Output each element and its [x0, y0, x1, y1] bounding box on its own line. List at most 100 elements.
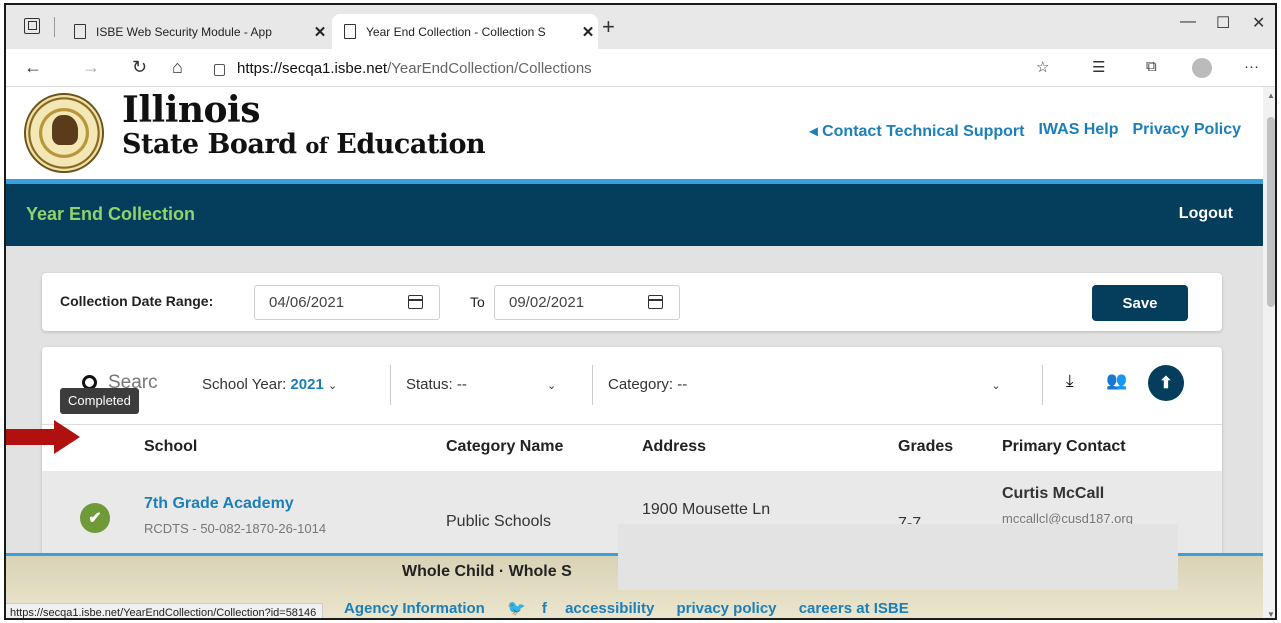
collections-icon[interactable]: ⧉ [1146, 58, 1157, 75]
app-title-bar: Year End Collection Logout [6, 184, 1263, 246]
calendar-icon[interactable] [648, 295, 663, 309]
privacy-policy-link[interactable]: Privacy Policy [1132, 121, 1241, 141]
refresh-icon[interactable]: ↻ [132, 57, 147, 78]
url-path: /YearEndCollection/Collections [387, 59, 592, 77]
completed-check-icon[interactable]: ✔ [80, 503, 110, 533]
state-seal-logo[interactable] [24, 93, 104, 173]
logout-link[interactable]: Logout [1179, 205, 1233, 223]
annotation-arrow-icon [6, 420, 80, 454]
upload-icon[interactable]: ⬆ [1148, 365, 1184, 401]
profile-avatar-icon[interactable] [1192, 58, 1212, 78]
filter-divider [592, 365, 593, 405]
privacy-policy-footer-link[interactable]: privacy policy [676, 600, 776, 617]
chevron-down-icon: ⌄ [991, 380, 1001, 392]
school-year-label: School Year: [202, 376, 287, 393]
filter-row: Searc School Year: 2021 ⌄ Status: -- ⌄ C… [42, 347, 1222, 425]
users-icon[interactable]: 👥 [1106, 371, 1127, 391]
column-header-contact[interactable]: Primary Contact [1002, 438, 1126, 456]
address-cell: 1900 Mousette Ln [642, 501, 771, 518]
status-filter-label: Status: -- [406, 376, 467, 393]
date-to-input[interactable]: 09/02/2021 [494, 285, 680, 320]
footer-links: Agency Information 🐦 f accessibility pri… [344, 599, 927, 617]
chevron-down-icon: ⌄ [327, 380, 338, 392]
table-header: School Category Name Address Grades Prim… [42, 425, 1222, 471]
save-button[interactable]: Save [1092, 285, 1188, 321]
chevron-down-icon: ⌄ [547, 380, 557, 392]
status-bar-url: https://secqa1.isbe.net/YearEndCollectio… [6, 603, 324, 618]
twitter-icon[interactable]: 🐦 [507, 600, 526, 617]
close-icon[interactable]: ✕ [310, 23, 330, 41]
column-header-category[interactable]: Category Name [446, 438, 563, 456]
date-range-label: Collection Date Range: [60, 293, 214, 309]
app-title: Year End Collection [26, 204, 196, 224]
brand-part: State Board [122, 129, 306, 160]
contact-name: Curtis McCall [1002, 485, 1105, 502]
tab-strip: ISBE Web Security Module - App ✕ Year En… [6, 5, 1275, 49]
scroll-down-icon[interactable]: ▼ [1267, 610, 1275, 618]
status-filter[interactable]: Status: -- ⌄ [406, 376, 556, 393]
date-to-value: 09/02/2021 [509, 294, 585, 311]
school-year-filter[interactable]: School Year: 2021 ⌄ [202, 376, 337, 393]
tab-title: ISBE Web Security Module - App [96, 24, 272, 39]
more-menu-icon[interactable]: ··· [1244, 58, 1259, 75]
browser-toolbar: ← → ↻ ⌂ https://secqa1.isbe.net/YearEndC… [6, 49, 1275, 87]
school-name-link[interactable]: 7th Grade Academy [144, 495, 294, 513]
window-close-icon[interactable]: ✕ [1252, 13, 1265, 33]
brand-state-board[interactable]: State Board of Education [122, 129, 486, 160]
category-filter-label: Category: -- [608, 376, 688, 393]
url-host: https://secqa1.isbe.net [237, 59, 388, 77]
column-header-grades[interactable]: Grades [898, 438, 953, 456]
brand-illinois[interactable]: Illinois [122, 89, 261, 131]
add-favorite-icon[interactable]: ☆ [1036, 58, 1049, 76]
column-header-school[interactable]: School [144, 438, 197, 456]
facebook-icon[interactable]: f [542, 600, 547, 617]
close-icon[interactable]: ✕ [578, 23, 598, 41]
download-icon[interactable]: ⤓ [1066, 371, 1074, 391]
back-icon[interactable]: ← [24, 57, 42, 78]
column-header-address[interactable]: Address [642, 438, 706, 456]
school-year-value: 2021 [290, 376, 324, 393]
lock-icon[interactable] [214, 64, 225, 76]
school-rcdts-code: RCDTS - 50-082-1870-26-1014 [144, 521, 327, 536]
scroll-thumb[interactable] [1267, 117, 1275, 307]
scroll-up-icon[interactable]: ▲ [1267, 91, 1275, 100]
new-tab-icon[interactable]: + [602, 16, 615, 38]
browser-window: ISBE Web Security Module - App ✕ Year En… [4, 3, 1277, 620]
date-range-card: Collection Date Range: 04/06/2021 To 09/… [42, 273, 1222, 331]
tab-title: Year End Collection - Collection S [366, 24, 546, 39]
maximize-icon[interactable]: ☐ [1216, 13, 1230, 33]
careers-link[interactable]: careers at ISBE [799, 600, 909, 617]
tab-actions-icon[interactable] [24, 18, 40, 34]
page-viewport: Illinois State Board of Education ◂ Cont… [6, 87, 1263, 618]
minimize-icon[interactable]: — [1180, 13, 1196, 31]
filter-divider [390, 365, 391, 405]
page-icon [344, 24, 356, 39]
category-cell: Public Schools [446, 513, 551, 530]
iwas-help-link[interactable]: IWAS Help [1038, 121, 1118, 141]
filter-divider [1042, 365, 1043, 405]
footer-tagline: Whole Child · Whole S [402, 563, 572, 580]
category-filter[interactable]: Category: -- ⌄ [608, 376, 1001, 393]
status-tooltip: Completed [60, 388, 139, 414]
forward-icon[interactable]: → [82, 57, 100, 78]
date-to-label: To [470, 294, 485, 310]
site-header: Illinois State Board of Education ◂ Cont… [6, 87, 1263, 179]
page-icon [74, 24, 86, 39]
calendar-icon[interactable] [408, 295, 423, 309]
address-bar[interactable]: https://secqa1.isbe.net/YearEndCollectio… [214, 55, 1204, 81]
page-scrollbar[interactable]: ▲ ▼ [1263, 87, 1275, 618]
home-icon[interactable]: ⌂ [172, 57, 183, 78]
tab-year-end-collection[interactable]: Year End Collection - Collection S ✕ [332, 14, 598, 49]
header-links: ◂ Contact Technical Support IWAS Help Pr… [810, 121, 1241, 141]
brand-part: of [305, 133, 328, 158]
tab-divider [54, 17, 55, 37]
agency-information-link[interactable]: Agency Information [344, 600, 485, 617]
tab-security-module[interactable]: ISBE Web Security Module - App ✕ [62, 14, 330, 49]
brand-part: Education [327, 129, 486, 160]
redaction-box [618, 524, 1178, 590]
contact-support-link[interactable]: ◂ Contact Technical Support [810, 121, 1025, 141]
accessibility-link[interactable]: accessibility [565, 600, 654, 617]
favorites-icon[interactable]: ☰ [1092, 58, 1105, 76]
date-from-input[interactable]: 04/06/2021 [254, 285, 440, 320]
date-from-value: 04/06/2021 [269, 294, 345, 311]
